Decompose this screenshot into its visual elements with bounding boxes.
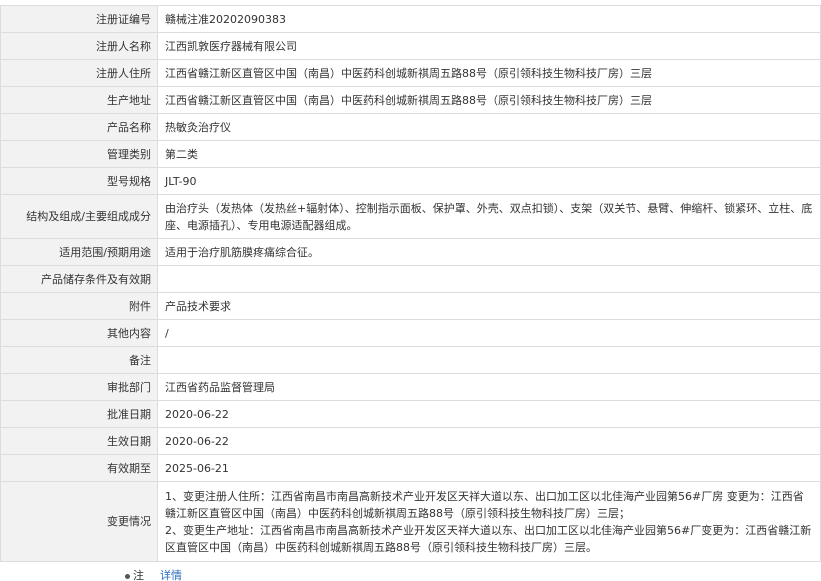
change-history-value: 1、变更注册人住所：江西省南昌市南昌高新技术产业开发区天祥大道以东、出口加工区以… xyxy=(157,481,821,562)
registration-table: 注册证编号 赣械注准20202090383 注册人名称 江西凯敦医疗器械有限公司… xyxy=(0,5,821,562)
row-valid-until: 有效期至 2025-06-21 xyxy=(0,454,821,482)
row-value: 江西凯敦医疗器械有限公司 xyxy=(157,32,821,60)
row-model-spec: 型号规格 JLT-90 xyxy=(0,167,821,195)
bullet-icon xyxy=(125,573,130,579)
change-item-2: 2、变更生产地址：江西省南昌市南昌高新技术产业开发区天祥大道以东、出口加工区以北… xyxy=(165,523,812,554)
row-label: 有效期至 xyxy=(0,454,158,482)
row-value xyxy=(157,346,821,374)
note-row: 注 详情 xyxy=(0,568,821,581)
row-value: / xyxy=(157,319,821,347)
row-label: 产品名称 xyxy=(0,113,158,141)
row-value: 江西省药品监督管理局 xyxy=(157,373,821,401)
note-label-wrap: 注 xyxy=(0,568,144,581)
row-intended-use: 适用范围/预期用途 适用于治疗肌筋膜疼痛综合征。 xyxy=(0,238,821,266)
row-structure-composition: 结构及组成/主要组成成分 由治疗头（发热体（发热丝+辐射体）、控制指示面板、保护… xyxy=(0,194,821,239)
row-registrant-name: 注册人名称 江西凯敦医疗器械有限公司 xyxy=(0,32,821,60)
row-label: 变更情况 xyxy=(0,481,158,562)
row-storage-validity: 产品储存条件及有效期 xyxy=(0,265,821,293)
row-label: 产品储存条件及有效期 xyxy=(0,265,158,293)
row-effective-date: 生效日期 2020-06-22 xyxy=(0,427,821,455)
row-attachment: 附件 产品技术要求 xyxy=(0,292,821,320)
change-item-1: 1、变更注册人住所：江西省南昌市南昌高新技术产业开发区天祥大道以东、出口加工区以… xyxy=(165,489,804,520)
row-label: 生效日期 xyxy=(0,427,158,455)
row-label: 管理类别 xyxy=(0,140,158,168)
row-label: 其他内容 xyxy=(0,319,158,347)
row-label: 注册人名称 xyxy=(0,32,158,60)
row-label: 生产地址 xyxy=(0,86,158,114)
row-approval-department: 审批部门 江西省药品监督管理局 xyxy=(0,373,821,401)
row-value: 第二类 xyxy=(157,140,821,168)
row-value: 热敏灸治疗仪 xyxy=(157,113,821,141)
row-management-class: 管理类别 第二类 xyxy=(0,140,821,168)
row-value: 赣械注准20202090383 xyxy=(157,5,821,33)
row-product-name: 产品名称 热敏灸治疗仪 xyxy=(0,113,821,141)
row-registrant-address: 注册人住所 江西省赣江新区直管区中国（南昌）中医药科创城新祺周五路88号（原引领… xyxy=(0,59,821,87)
row-label: 注册人住所 xyxy=(0,59,158,87)
row-value: 2020-06-22 xyxy=(157,400,821,428)
row-registration-number: 注册证编号 赣械注准20202090383 xyxy=(0,5,821,33)
row-value: 由治疗头（发热体（发热丝+辐射体）、控制指示面板、保护罩、外壳、双点扣锁）、支架… xyxy=(157,194,821,239)
row-production-address: 生产地址 江西省赣江新区直管区中国（南昌）中医药科创城新祺周五路88号（原引领科… xyxy=(0,86,821,114)
row-value xyxy=(157,265,821,293)
row-value: 2020-06-22 xyxy=(157,427,821,455)
row-label: 批准日期 xyxy=(0,400,158,428)
details-link[interactable]: 详情 xyxy=(160,568,182,581)
row-value: 2025-06-21 xyxy=(157,454,821,482)
row-label: 审批部门 xyxy=(0,373,158,401)
note-label: 注 xyxy=(133,569,144,581)
row-approval-date: 批准日期 2020-06-22 xyxy=(0,400,821,428)
row-label: 附件 xyxy=(0,292,158,320)
row-label: 型号规格 xyxy=(0,167,158,195)
row-change-history: 变更情况 1、变更注册人住所：江西省南昌市南昌高新技术产业开发区天祥大道以东、出… xyxy=(0,481,821,562)
row-remarks: 备注 xyxy=(0,346,821,374)
row-label: 适用范围/预期用途 xyxy=(0,238,158,266)
row-value: JLT-90 xyxy=(157,167,821,195)
row-label: 注册证编号 xyxy=(0,5,158,33)
row-value: 产品技术要求 xyxy=(157,292,821,320)
row-label: 结构及组成/主要组成成分 xyxy=(0,194,158,239)
row-value: 江西省赣江新区直管区中国（南昌）中医药科创城新祺周五路88号（原引领科技生物科技… xyxy=(157,59,821,87)
row-value: 适用于治疗肌筋膜疼痛综合征。 xyxy=(157,238,821,266)
row-value: 江西省赣江新区直管区中国（南昌）中医药科创城新祺周五路88号（原引领科技生物科技… xyxy=(157,86,821,114)
row-other-content: 其他内容 / xyxy=(0,319,821,347)
row-label: 备注 xyxy=(0,346,158,374)
